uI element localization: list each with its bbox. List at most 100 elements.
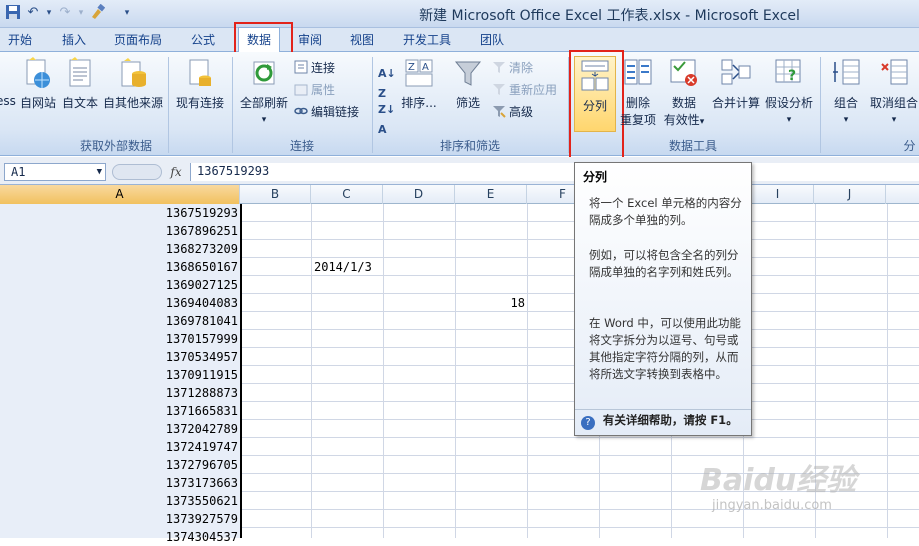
validation-dropdown-icon[interactable]: ▾ [700, 117, 705, 127]
tab-review[interactable]: 审阅 [290, 28, 330, 52]
connections-file-icon [185, 56, 215, 90]
group-label-outline: 分 [903, 139, 916, 153]
column-header-c[interactable]: C [311, 185, 383, 204]
column-header-i[interactable]: I [742, 185, 814, 204]
column-header-b[interactable]: B [240, 185, 311, 204]
column-header-e[interactable]: E [455, 185, 527, 204]
group-button[interactable]: 组合 ▾ [826, 56, 866, 125]
group-label: 组合 [833, 96, 858, 110]
filter-funnel-icon [453, 56, 483, 90]
column-header-j[interactable]: J [814, 185, 886, 204]
tab-formulas[interactable]: 公式 [183, 28, 223, 52]
database-icon [118, 56, 148, 90]
connections-button[interactable]: 连接 [294, 58, 335, 78]
cell-a16[interactable]: 1373173663 [0, 474, 238, 492]
cell-a15[interactable]: 1372796705 [0, 456, 238, 474]
edit-links-button[interactable]: 编辑链接 [294, 102, 359, 122]
from-other-sources-button[interactable]: 自其他来源 [101, 56, 165, 111]
tab-home[interactable]: 开始 [0, 28, 40, 52]
tooltip-paragraph-2: 例如，可以将包含全名的列分隔成单独的名字列和姓氏列。 [589, 248, 739, 279]
tab-team[interactable]: 团队 [472, 28, 512, 52]
group-dropdown-icon[interactable]: ▾ [844, 115, 849, 125]
what-if-dropdown-icon[interactable]: ▾ [787, 115, 792, 125]
text-file-icon [65, 56, 95, 90]
cell-a8[interactable]: 1370157999 [0, 330, 238, 348]
cell-a17[interactable]: 1373550621 [0, 492, 238, 510]
group-label-sort-filter: 排序和筛选 [439, 139, 500, 153]
remove-duplicates-label-1: 删除 [625, 96, 650, 110]
save-icon[interactable] [4, 4, 22, 22]
svg-text:A: A [422, 62, 429, 73]
ungroup-button[interactable]: 取消组合 ▾ [868, 56, 919, 125]
clear-filter-button: 清除 [492, 58, 533, 78]
column-header-d[interactable]: D [383, 185, 455, 204]
access-button[interactable]: ess [0, 56, 16, 108]
filter-label: 筛选 [455, 96, 480, 110]
access-label: ess [0, 94, 16, 108]
cell-a1[interactable]: 1367519293 [0, 204, 238, 222]
help-icon: ? [581, 416, 595, 430]
svg-text:?: ? [788, 68, 796, 84]
from-web-button[interactable]: 自网站 [18, 56, 58, 111]
sort-za-icon[interactable]: Z↓ A [378, 100, 395, 136]
cell-a11[interactable]: 1371288873 [0, 384, 238, 402]
cell-a18[interactable]: 1373927579 [0, 510, 238, 528]
cell-a4[interactable]: 1368650167 [0, 258, 238, 276]
tooltip-title: 分列 [583, 170, 608, 184]
group-separator [820, 57, 821, 153]
remove-duplicates-label-2: 重复项 [619, 113, 656, 127]
tab-insert[interactable]: 插入 [54, 28, 94, 52]
name-box[interactable]: A1 ▼ [4, 163, 106, 181]
refresh-all-button[interactable]: 全部刷新 ▾ [236, 56, 292, 125]
cell-a14[interactable]: 1372419747 [0, 438, 238, 456]
cell-a12[interactable]: 1371665831 [0, 402, 238, 420]
clear-filter-icon [492, 60, 506, 74]
reapply-icon [492, 82, 506, 96]
tab-page-layout[interactable]: 页面布局 [106, 28, 170, 52]
remove-duplicates-button[interactable]: 删除 重复项 [618, 56, 658, 128]
watermark-logo-text: Baidu经验 [700, 463, 857, 498]
cell-a10[interactable]: 1370911915 [0, 366, 238, 384]
tab-developer[interactable]: 开发工具 [395, 28, 459, 52]
cell-a3[interactable]: 1368273209 [0, 240, 238, 258]
refresh-dropdown-icon[interactable]: ▾ [262, 115, 267, 125]
cell-a13[interactable]: 1372042789 [0, 420, 238, 438]
properties-button: 属性 [294, 80, 335, 100]
tooltip-help-text: 有关详细帮助，请按 F1。 [602, 413, 738, 427]
formula-bar-resize-handle[interactable] [112, 164, 162, 180]
ungroup-label: 取消组合 [869, 96, 918, 110]
insert-function-icon[interactable]: fx [166, 162, 186, 182]
what-if-analysis-button[interactable]: ? 假设分析 ▾ [764, 56, 814, 125]
customize-qat-icon[interactable]: ▾ [118, 4, 136, 22]
cell-a5[interactable]: 1369027125 [0, 276, 238, 294]
tooltip-paragraph-1: 将一个 Excel 单元格的内容分隔成多个单独的列。 [589, 196, 742, 227]
from-text-button[interactable]: 自文本 [60, 56, 100, 111]
cell-a2[interactable]: 1367896251 [0, 222, 238, 240]
cell-a9[interactable]: 1370534957 [0, 348, 238, 366]
sort-az-icon[interactable]: A↓ Z [378, 64, 396, 100]
refresh-icon [249, 56, 279, 90]
column-header-a[interactable]: A [0, 185, 240, 204]
cell-a7[interactable]: 1369781041 [0, 312, 238, 330]
cell-a6[interactable]: 1369404083 [0, 294, 238, 312]
data-validation-button[interactable]: 数据 有效性▾ [660, 56, 708, 128]
sort-button[interactable]: ZA 排序... [400, 56, 438, 111]
edit-links-label: 编辑链接 [311, 105, 360, 119]
ungroup-rows-icon [879, 56, 909, 90]
clear-label: 清除 [509, 61, 534, 75]
formula-input[interactable]: 1367519293 [190, 163, 919, 181]
format-painter-icon[interactable] [88, 3, 106, 22]
existing-connections-button[interactable]: 现有连接 [172, 56, 228, 111]
web-icon [23, 56, 53, 90]
window-title: 新建 Microsoft Office Excel 工作表.xlsx - Mic… [419, 8, 800, 24]
cell-c4[interactable]: 2014/1/3 [314, 258, 372, 276]
selection-border [240, 204, 242, 538]
filter-button[interactable]: 筛选 [448, 56, 488, 111]
tab-view[interactable]: 视图 [342, 28, 382, 52]
cell-e6[interactable]: 18 [455, 294, 525, 312]
cell-a19[interactable]: 1374304537 [0, 528, 238, 546]
advanced-filter-button[interactable]: 高级 [492, 102, 533, 122]
ungroup-dropdown-icon[interactable]: ▾ [892, 115, 897, 125]
consolidate-button[interactable]: 合并计算 [710, 56, 762, 111]
name-box-dropdown-icon[interactable]: ▼ [97, 164, 102, 180]
